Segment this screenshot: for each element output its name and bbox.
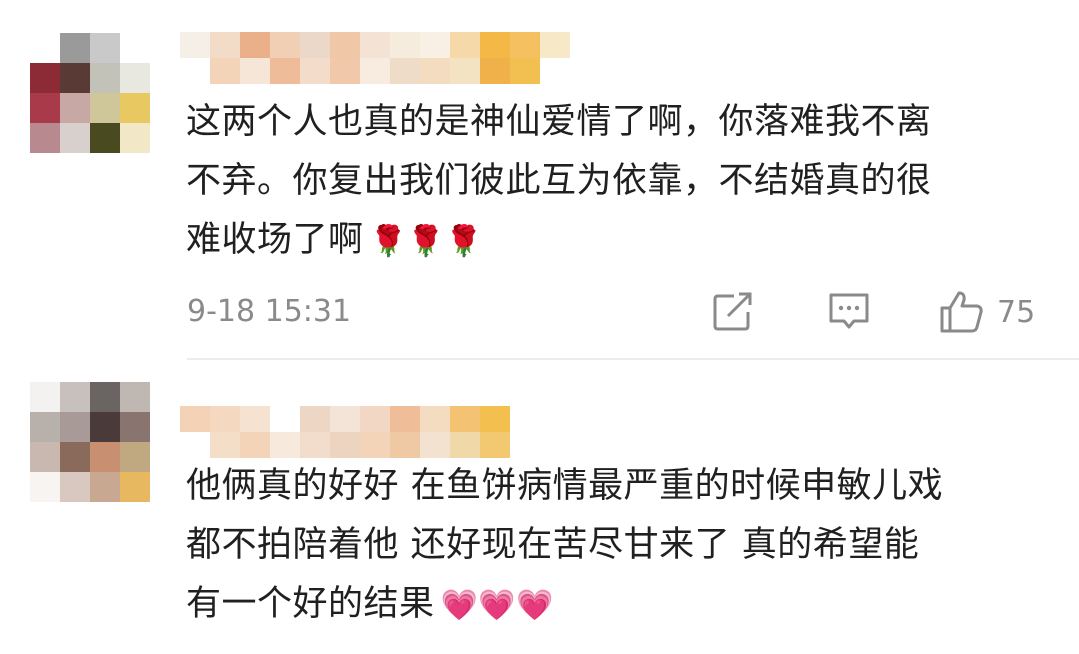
comment-icon bbox=[829, 293, 869, 329]
share-icon bbox=[713, 292, 752, 331]
avatar[interactable] bbox=[30, 33, 150, 153]
username-pixelated[interactable] bbox=[180, 32, 570, 84]
like-button[interactable]: 75 bbox=[939, 290, 1035, 334]
reply-button[interactable] bbox=[827, 290, 871, 334]
comment-meta: 9-18 15:31 75 bbox=[187, 290, 1047, 334]
thumbs-up-icon bbox=[940, 291, 983, 333]
like-count: 75 bbox=[997, 294, 1036, 330]
share-button[interactable] bbox=[712, 290, 754, 334]
timestamp: 9-18 15:31 bbox=[187, 294, 352, 329]
username-pixelated[interactable] bbox=[180, 406, 570, 458]
comment-text: 这两个人也真的是神仙爱情了啊，你落难我不离 不弃。你复出我们彼此互为依靠，不结婚… bbox=[186, 102, 932, 260]
avatar[interactable] bbox=[30, 382, 150, 502]
comment-item: 他俩真的好好 在鱼饼病情最严重的时候申敏儿戏 都不拍陪着他 还好现在苦尽甘来了 … bbox=[0, 362, 1079, 654]
comment-text: 他俩真的好好 在鱼饼病情最严重的时候申敏儿戏 都不拍陪着他 还好现在苦尽甘来了 … bbox=[186, 466, 944, 624]
heart-emoji: 💗💗💗 bbox=[440, 588, 555, 623]
comment-item: 这两个人也真的是神仙爱情了啊，你落难我不离 不弃。你复出我们彼此互为依靠，不结婚… bbox=[0, 0, 1079, 360]
rose-emoji: 🌹🌹🌹 bbox=[369, 224, 484, 259]
divider bbox=[187, 358, 1079, 360]
